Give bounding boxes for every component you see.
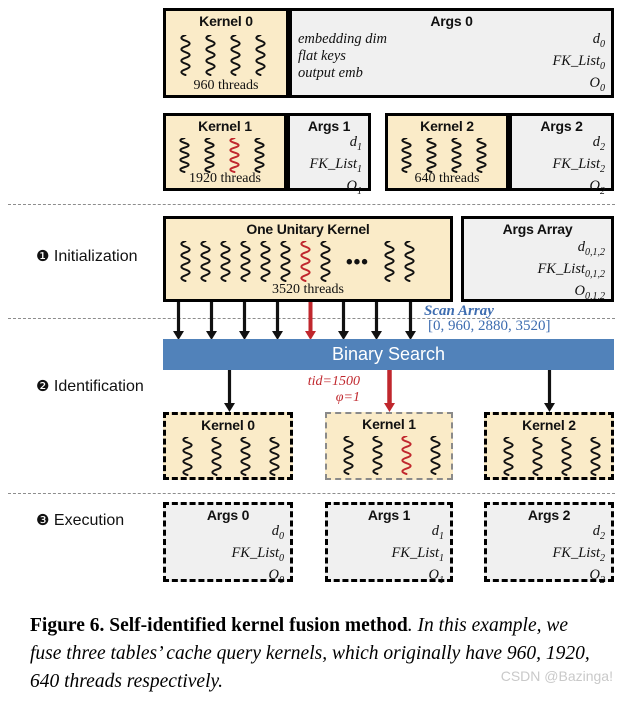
identified-kernel-0-title: Kernel 0 xyxy=(201,417,255,433)
identified-kernel-2-box: Kernel 2 xyxy=(484,412,614,480)
execution-args-2-row-1: FK_List2 xyxy=(552,544,605,564)
figure-diagram: Kernel 0 960 threads Args 0 embedding di… xyxy=(0,0,623,598)
identified-kernel-1-title: Kernel 1 xyxy=(362,416,416,432)
caption-bold: Figure 6. Self-identified kernel fusion … xyxy=(30,615,408,636)
identified-kernel-1-squiggles xyxy=(343,436,441,476)
execution-args-0-row-2: O0 xyxy=(268,566,284,586)
execution-args-2-row-2: O2 xyxy=(589,566,605,586)
execution-args-1-box: Args 1 d1 FK_List1 O1 xyxy=(325,502,453,586)
execution-args-0-box: Args 0 d0 FK_List0 O0 xyxy=(163,502,293,586)
execution-args-2-box: Args 2 d2 FK_List2 O2 xyxy=(484,502,614,586)
execution-args-0-title: Args 0 xyxy=(206,507,250,523)
execution-args-0-row-0: d0 xyxy=(271,523,284,542)
identified-kernel-1-box: Kernel 1 xyxy=(325,412,453,480)
execution-args-1-row-1: FK_List1 xyxy=(391,544,444,564)
identified-kernel-0-box: Kernel 0 xyxy=(163,412,293,480)
execution-args-1-row-2: O1 xyxy=(428,566,444,586)
execution-args-1-row-0: d1 xyxy=(431,523,444,542)
execution-args-2-row-0: d2 xyxy=(592,523,605,542)
execution-args-2-values: d2 FK_List2 O2 xyxy=(552,523,605,589)
execution-args-2-title: Args 2 xyxy=(527,507,571,523)
identified-kernel-0-squiggles xyxy=(182,437,280,477)
execution-args-0-values: d0 FK_List0 O0 xyxy=(231,523,284,589)
identified-kernel-2-squiggles xyxy=(503,437,601,477)
watermark: CSDN @Bazinga! xyxy=(500,668,613,684)
identified-kernel-2-title: Kernel 2 xyxy=(522,417,576,433)
execution-args-1-title: Args 1 xyxy=(367,507,411,523)
execution-args-1-values: d1 FK_List1 O1 xyxy=(391,523,444,589)
execution-args-0-row-1: FK_List0 xyxy=(231,544,284,564)
